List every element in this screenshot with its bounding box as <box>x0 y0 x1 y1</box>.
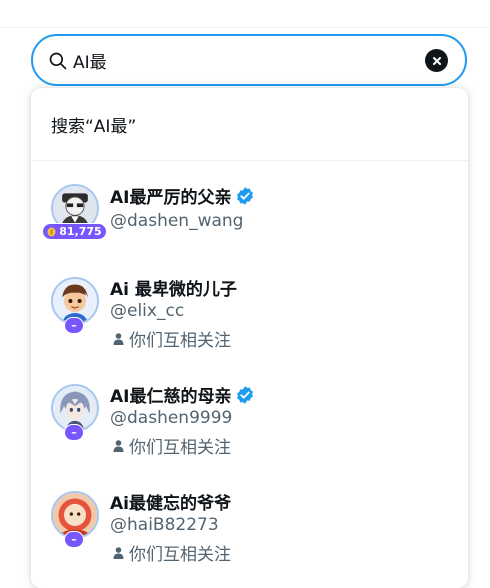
user-name-text: AI最严厉的父亲 <box>110 188 232 208</box>
user-display-name: Ai最健忘的爷爷 <box>110 489 231 514</box>
search-for-label: 搜索“AI最” <box>51 117 137 137</box>
user-display-name: AI最严厉的父亲 <box>110 183 255 208</box>
mutual-follow-text: 你们互相关注 <box>129 438 231 458</box>
coin-icon <box>47 227 56 236</box>
score-badge: 81,775 <box>42 223 107 240</box>
user-handle: @dashen9999 <box>110 408 233 428</box>
user-result-item[interactable]: – Ai 最卑微的儿子 @elix_cc 你们互相关注 <box>31 268 468 375</box>
person-icon <box>113 439 124 452</box>
user-result-item[interactable]: – AI最仁慈的母亲 @dashen9999 你们互相关注 <box>31 375 468 482</box>
status-badge: – <box>64 531 84 548</box>
search-results-dropdown: 搜索“AI最” 81,775 AI最严厉的父亲 @dashen_wang – A… <box>31 88 468 588</box>
user-display-name: AI最仁慈的母亲 <box>110 382 255 407</box>
person-icon <box>113 332 124 345</box>
search-input[interactable] <box>73 47 413 73</box>
user-handle: @dashen_wang <box>110 211 244 231</box>
mutual-follow-label: 你们互相关注 <box>113 433 231 458</box>
status-badge: – <box>64 317 84 334</box>
user-handle: @elix_cc <box>110 301 185 321</box>
user-result-item[interactable]: – Ai最健忘的爷爷 @haiB82273 你们互相关注 <box>31 482 468 588</box>
clear-search-button[interactable] <box>425 49 448 72</box>
user-name-text: Ai 最卑微的儿子 <box>110 280 237 300</box>
score-badge-value: 81,775 <box>59 225 102 238</box>
verified-badge-icon <box>237 385 254 404</box>
user-result-item[interactable]: 81,775 AI最严厉的父亲 @dashen_wang <box>31 161 468 268</box>
mutual-follow-text: 你们互相关注 <box>129 545 231 565</box>
user-display-name: Ai 最卑微的儿子 <box>110 275 237 300</box>
user-name-text: Ai最健忘的爷爷 <box>110 494 231 514</box>
user-name-text: AI最仁慈的母亲 <box>110 387 232 407</box>
search-box[interactable] <box>31 34 467 86</box>
mutual-follow-text: 你们互相关注 <box>129 331 231 351</box>
close-icon <box>432 56 441 65</box>
mutual-follow-label: 你们互相关注 <box>113 326 231 351</box>
person-icon <box>113 546 124 559</box>
user-handle: @haiB82273 <box>110 515 219 535</box>
verified-badge-icon <box>237 186 254 205</box>
search-icon <box>49 52 67 70</box>
search-for-query-item[interactable]: 搜索“AI最” <box>31 88 468 161</box>
mutual-follow-label: 你们互相关注 <box>113 540 231 565</box>
top-divider <box>0 0 490 28</box>
status-badge: – <box>64 424 84 441</box>
